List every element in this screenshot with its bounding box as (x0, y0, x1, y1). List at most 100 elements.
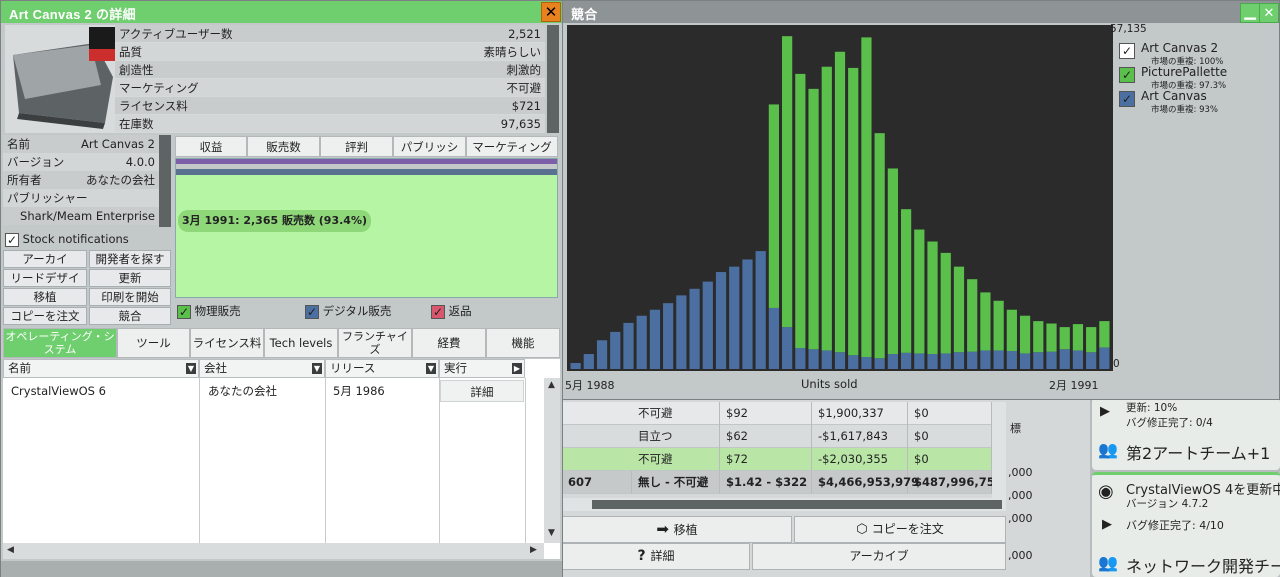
sort-icon[interactable]: ▼ (312, 363, 322, 374)
check-icon[interactable]: ✓ (177, 304, 191, 319)
col-name[interactable]: 名前 ▼ (3, 359, 199, 378)
tab-features[interactable]: 機能 (486, 328, 560, 358)
play-icon: ▶ (1102, 517, 1112, 532)
legend-returns[interactable]: ✓ 返品 (431, 303, 472, 319)
check-icon[interactable]: ✓ (431, 304, 445, 319)
order-copies-button[interactable]: ⬡ コピーを注文 (794, 516, 1006, 543)
bar-picturepallette (980, 292, 991, 351)
check-icon[interactable]: ✓ (1119, 91, 1135, 107)
tab-license-fee[interactable]: ライセンス料 (190, 328, 264, 358)
update-button[interactable]: 更新 (89, 269, 171, 287)
bar-picturepallette (795, 73, 806, 349)
find-developer-button[interactable]: 開発者を探す (89, 250, 171, 268)
scroll-down-icon[interactable]: ▼ (548, 528, 555, 538)
scroll-up-icon[interactable]: ▲ (548, 380, 555, 390)
port-product-button[interactable]: 移植 (3, 288, 87, 306)
close-details-button[interactable]: ✕ (541, 2, 561, 22)
tab-reputation[interactable]: 評判 (320, 136, 393, 157)
bg-project-card[interactable]: ▶ 更新: 10% バグ修正完了: 0/4 👥 第2アートチーム+1 (1092, 398, 1280, 470)
cell-price: $92 (720, 402, 812, 425)
tab-units-sold[interactable]: 販売数 (247, 136, 320, 157)
cell-profit: $0 (908, 448, 992, 471)
tab-revenue[interactable]: 収益 (175, 136, 247, 157)
bg-project-card[interactable]: ◉ CrystalViewOS 4を更新中 バージョン 4.7.2 ▶ バグ修正… (1092, 472, 1280, 577)
bg-table-column: 標 ,000 ,000 ,000 ,000 (1006, 400, 1090, 577)
tab-tools[interactable]: ツール (117, 328, 190, 358)
btn-label: 移植 (33, 290, 57, 304)
tab-label: 経費 (437, 336, 461, 350)
start-printing-button[interactable]: 印刷を開始 (89, 288, 171, 306)
table-row[interactable]: 目立つ $62 -$1,617,843 $0 (562, 425, 992, 448)
archive-button[interactable]: アーカイブ (752, 543, 1006, 570)
chart-legend: ✓ Art Canvas 2 市場の重複: 100% ✓ PicturePall… (1119, 25, 1279, 371)
stock-notifications-toggle[interactable]: ✓ Stock notifications (5, 232, 129, 247)
scroll-left-icon[interactable]: ◀ (7, 545, 14, 555)
col-action[interactable]: 実行 ▶ (439, 359, 525, 378)
table-h-scrollbar[interactable] (562, 498, 1006, 511)
bar-art-canvas (993, 350, 1004, 369)
bar-art-canvas (583, 354, 594, 369)
tab-expenses[interactable]: 経費 (412, 328, 486, 358)
minimize-icon[interactable]: ▁ (1240, 3, 1260, 23)
tab-tech-levels[interactable]: Tech levels (264, 328, 338, 358)
table-h-scrollbar[interactable]: ◀ ▶ (3, 543, 544, 559)
legend-physical[interactable]: ✓ 物理販売 (177, 303, 241, 319)
info-row: 所有者 あなたの会社 (3, 171, 159, 189)
graph-tooltip: 3月 1991: 2,365 販売数 (93.4%) (178, 210, 371, 232)
check-icon[interactable]: ✓ (1119, 67, 1135, 83)
legend-item-art-canvas-2[interactable]: ✓ Art Canvas 2 市場の重複: 100% (1119, 41, 1223, 67)
table-row[interactable]: CrystalViewOS 6 あなたの会社 5月 1986 詳細 (3, 379, 525, 403)
legend-item-picturepallette[interactable]: ✓ PicturePallette 市場の重複: 97.3% (1119, 65, 1227, 91)
tab-marketing[interactable]: マーケティング (466, 136, 558, 157)
legend-label: 物理販売 (194, 304, 241, 318)
lead-design-button[interactable]: リードデザイ (3, 269, 87, 287)
check-icon[interactable]: ✓ (1119, 43, 1135, 59)
details-button[interactable]: ? 詳細 (562, 543, 750, 570)
bar-picturepallette (900, 209, 912, 353)
competition-button[interactable]: 競合 (89, 307, 171, 325)
order-copies-product-button[interactable]: コピーを注文 (3, 307, 87, 325)
team-icon: 👥 (1098, 553, 1118, 572)
team-icon: 👥 (1098, 440, 1118, 459)
archive-product-button[interactable]: アーカイ (3, 250, 87, 268)
info-scrollbar[interactable] (159, 135, 171, 227)
publisher-value[interactable]: Shark/Meam Enterprise (20, 207, 155, 225)
stats-scrollbar[interactable] (547, 25, 559, 133)
sort-icon[interactable]: ▼ (426, 363, 436, 374)
bg-bugfix-progress: バグ修正完了: 0/4 (1126, 417, 1213, 429)
legend-digital[interactable]: ✓ デジタル販売 (305, 303, 391, 319)
table-row[interactable]: 不可避 $92 $1,900,337 $0 (562, 402, 992, 425)
tab-label: パブリッシ (400, 140, 459, 154)
col-release[interactable]: リリース ▼ (325, 359, 439, 378)
port-button[interactable]: ➡ 移植 (562, 516, 792, 543)
close-competition-button[interactable]: ✕ (1259, 3, 1279, 23)
scroll-right-icon[interactable]: ▶ (512, 363, 522, 374)
bar-picturepallette (1059, 327, 1070, 350)
sort-icon[interactable]: ▼ (186, 363, 196, 374)
col-label: リリース (330, 361, 376, 375)
stock-notifications-label: Stock notifications (22, 232, 129, 246)
details-title-bar[interactable]: Art Canvas 2 の詳細 (1, 1, 562, 23)
info-row[interactable]: Shark/Meam Enterprise (3, 207, 159, 225)
sales-graph: 3月 1991: 2,365 販売数 (93.4%) (175, 158, 558, 298)
tab-publisher[interactable]: パブリッシ (393, 136, 466, 157)
table-v-scrollbar[interactable]: ▲ ▼ (544, 378, 560, 543)
tab-operating-system[interactable]: オペレーティング・システム (3, 328, 117, 358)
stat-value: 不可避 (506, 81, 542, 95)
tab-franchise[interactable]: フランチャイズ (338, 328, 412, 358)
table-row-selected[interactable]: 不可避 $72 -$2,030,355 $0 (562, 448, 992, 471)
cell-name: CrystalViewOS 6 (11, 384, 106, 398)
stat-label: ライセンス料 (119, 99, 188, 113)
check-icon[interactable]: ✓ (5, 232, 19, 247)
scroll-right-icon[interactable]: ▶ (530, 545, 537, 555)
competition-title-bar[interactable]: 競合 (563, 1, 1279, 23)
check-icon[interactable]: ✓ (305, 304, 319, 319)
port-label: 移植 (673, 523, 698, 537)
table-scrollbar[interactable] (992, 402, 1006, 498)
col-company[interactable]: 会社 ▼ (199, 359, 325, 378)
bar-art-canvas (636, 315, 647, 369)
tab-label: フランチャイズ (342, 330, 408, 356)
cell-revenue: $1,900,337 (812, 402, 908, 425)
legend-item-art-canvas[interactable]: ✓ Art Canvas 市場の重複: 93% (1119, 89, 1218, 115)
row-details-button[interactable]: 詳細 (440, 380, 524, 402)
